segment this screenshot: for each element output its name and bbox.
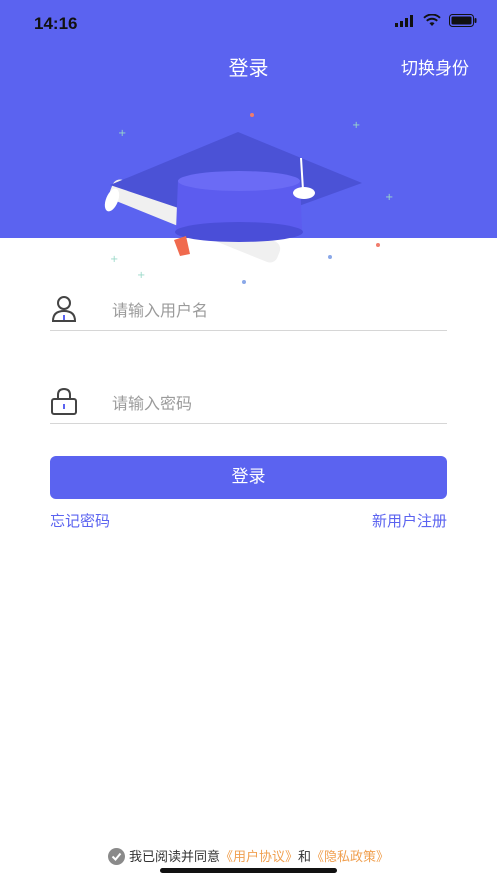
agreement-and: 和: [298, 850, 312, 865]
password-input[interactable]: [110, 389, 444, 417]
status-icons: [395, 14, 477, 27]
username-input[interactable]: [110, 296, 444, 324]
login-button[interactable]: 登录: [50, 456, 447, 499]
agree-checkbox[interactable]: [107, 848, 125, 865]
forgot-password-link[interactable]: 忘记密码: [50, 510, 110, 531]
agreement-prefix: 我已阅读并同意: [128, 850, 220, 865]
graduation-cap-illustration: + + + + +: [104, 113, 393, 284]
lock-icon: [51, 387, 77, 415]
svg-text:+: +: [352, 120, 360, 131]
svg-text:+: +: [110, 254, 118, 265]
svg-text:+: +: [118, 128, 126, 139]
user-agreement-link[interactable]: 《用户协议》: [220, 850, 298, 865]
svg-text:+: +: [385, 192, 393, 203]
agreement-row: 我已阅读并同意《用户协议》和《隐私政策》: [0, 846, 497, 865]
wifi-icon: [423, 14, 441, 26]
home-indicator: [160, 868, 337, 873]
switch-role-button[interactable]: 切换身份: [401, 54, 469, 79]
register-link[interactable]: 新用户注册: [372, 510, 447, 531]
status-time: 14:16: [34, 14, 78, 33]
password-field[interactable]: [50, 383, 447, 424]
user-icon: [51, 296, 77, 322]
signal-icon: [395, 14, 413, 27]
privacy-policy-link[interactable]: 《隐私政策》: [311, 850, 389, 865]
svg-text:+: +: [137, 270, 145, 281]
checkmark-icon: [111, 852, 122, 861]
battery-icon: [449, 14, 477, 27]
username-field[interactable]: [50, 290, 447, 331]
